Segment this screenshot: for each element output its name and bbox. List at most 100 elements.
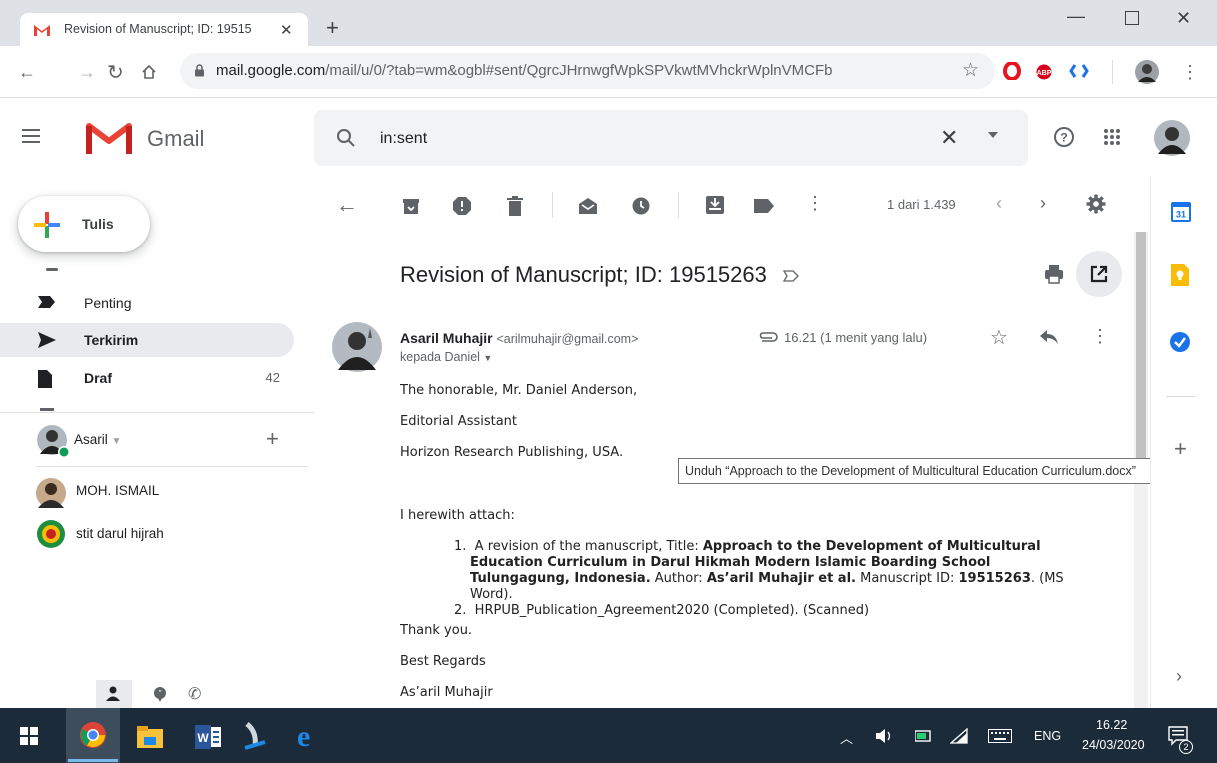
apps-grid-icon[interactable]	[1103, 128, 1121, 146]
sender-avatar[interactable]	[332, 322, 382, 372]
hangouts-me-avatar[interactable]	[36, 424, 72, 460]
snooze-icon[interactable]	[632, 197, 650, 215]
newer-icon[interactable]: ‹	[996, 193, 1002, 214]
star-icon[interactable]: ☆	[990, 325, 1008, 350]
hangouts-contact[interactable]: MOH. ISMAIL	[36, 474, 286, 510]
tab-contacts[interactable]	[96, 680, 132, 708]
close-window-icon[interactable]: ✕	[1176, 8, 1191, 29]
item-text: Manuscript ID:	[855, 571, 959, 586]
search-icon[interactable]	[336, 128, 356, 148]
home-icon[interactable]	[141, 64, 157, 80]
clock-date[interactable]: 24/03/2020	[1082, 738, 1145, 752]
calendar-icon[interactable]: 31	[1171, 202, 1191, 222]
contact-avatar	[36, 478, 66, 508]
hangouts-me-name[interactable]: Asaril ▼	[74, 432, 121, 447]
toolbar-divider	[1112, 60, 1113, 84]
keyboard-icon[interactable]	[988, 729, 1012, 743]
compose-label: Tulis	[82, 216, 114, 232]
importance-marker-icon[interactable]	[783, 270, 799, 282]
wifi-icon[interactable]	[950, 728, 968, 744]
archive-icon[interactable]	[402, 197, 420, 215]
edge-browser-icon[interactable]: e	[297, 722, 310, 752]
new-tab-icon[interactable]: +	[326, 17, 339, 39]
print-icon[interactable]	[1044, 264, 1064, 284]
report-spam-icon[interactable]	[452, 196, 472, 216]
add-addon-icon[interactable]: +	[1174, 436, 1187, 462]
bookmark-star-icon[interactable]: ☆	[962, 59, 979, 82]
body-line: Best Regards	[400, 654, 486, 669]
draft-icon	[38, 370, 52, 388]
back-to-list-icon[interactable]: ←	[336, 192, 358, 218]
battery-icon[interactable]	[915, 729, 933, 743]
attachment-list-item: 1. A revision of the manuscript, Title: …	[446, 539, 1086, 619]
taskbar-chrome-active[interactable]	[66, 708, 120, 763]
scrollbar-thumb[interactable]	[1136, 232, 1146, 467]
search-bar[interactable]: in:sent ✕	[314, 110, 1028, 166]
mark-unread-icon[interactable]	[578, 197, 598, 215]
reply-icon[interactable]	[1040, 330, 1058, 344]
forward-icon[interactable]: →	[78, 62, 96, 83]
sender-email: <arilmuhajir@gmail.com>	[496, 332, 639, 346]
gmail-favicon-icon	[33, 23, 51, 37]
search-options-icon[interactable]	[988, 132, 998, 138]
sidebar-item-terkirim[interactable]: Terkirim	[0, 323, 294, 357]
reload-icon[interactable]: ↻	[107, 60, 124, 85]
hangouts-contact[interactable]: stit darul hijrah	[36, 517, 286, 553]
contact-avatar	[36, 519, 66, 549]
recipient-line[interactable]: kepada Daniel ▼	[400, 350, 492, 364]
sidebar-item-penting[interactable]: Penting	[0, 286, 294, 320]
phone-icon[interactable]: ✆	[188, 684, 201, 704]
adblock-extension-icon[interactable]: ABP	[1036, 64, 1052, 80]
body-line: Editorial Assistant	[400, 414, 518, 429]
tab-close-icon[interactable]: ✕	[280, 21, 293, 39]
profile-avatar-icon[interactable]	[1135, 60, 1159, 84]
new-conversation-icon[interactable]: +	[266, 426, 279, 452]
chrome-menu-icon[interactable]: ⋮	[1181, 62, 1199, 83]
keep-icon[interactable]	[1171, 264, 1189, 286]
settings-gear-icon[interactable]	[1086, 194, 1106, 214]
show-hidden-icons[interactable]: ︿	[840, 728, 853, 747]
message-more-icon[interactable]: ⋮	[1091, 326, 1109, 347]
opera-extension-icon[interactable]	[1003, 62, 1021, 80]
volume-icon[interactable]	[876, 728, 894, 744]
expand-panel-icon[interactable]: ›	[1176, 666, 1182, 687]
sidebar-item-label: Draf	[84, 370, 113, 386]
address-bar[interactable]: mail.google.com/mail/u/0/?tab=wm&ogbl#se…	[180, 53, 995, 89]
tasks-icon[interactable]	[1170, 332, 1190, 352]
sender-name: Asaril Muhajir	[400, 330, 493, 346]
back-icon[interactable]: ←	[18, 62, 36, 83]
windows-start-icon[interactable]	[20, 727, 38, 745]
more-options-icon[interactable]: ⋮	[806, 193, 824, 214]
contact-name: MOH. ISMAIL	[76, 483, 160, 498]
file-explorer-icon[interactable]	[137, 726, 163, 748]
older-icon[interactable]: ›	[1040, 193, 1046, 214]
word-app-icon[interactable]: W	[195, 725, 221, 749]
snipping-tool-icon[interactable]	[243, 722, 267, 750]
label-icon[interactable]	[754, 199, 774, 213]
tab-title: Revision of Manuscript; ID: 19515	[64, 22, 252, 36]
item-text: HRPUB_Publication_Agreement2020 (Complet…	[474, 603, 870, 618]
subject-text: Revision of Manuscript; ID: 19515263	[400, 262, 767, 287]
open-new-window-button[interactable]	[1076, 251, 1122, 297]
clear-search-icon[interactable]: ✕	[940, 125, 958, 151]
compose-button[interactable]: Tulis	[18, 196, 150, 252]
move-to-icon[interactable]	[706, 196, 724, 214]
chevron-down-icon: ▼	[483, 353, 493, 363]
account-avatar[interactable]	[1154, 120, 1190, 156]
delete-icon[interactable]	[507, 196, 523, 216]
clock-time[interactable]: 16.22	[1096, 718, 1127, 732]
maximize-icon[interactable]	[1125, 11, 1139, 25]
minimize-icon[interactable]: —	[1067, 6, 1085, 27]
search-input[interactable]: in:sent	[380, 130, 427, 148]
sidebar-item-label: Terkirim	[84, 332, 139, 348]
main-menu-icon[interactable]	[22, 128, 42, 144]
help-icon[interactable]: ?	[1053, 126, 1075, 148]
sync-extension-icon[interactable]	[1069, 62, 1089, 80]
chat-bubble-icon[interactable]: "	[152, 686, 168, 702]
sender-line[interactable]: Asaril Muhajir <arilmuhajir@gmail.com>	[400, 330, 638, 346]
input-language[interactable]: ENG	[1034, 729, 1061, 743]
gmail-logo-icon[interactable]	[86, 122, 132, 156]
sidebar-item-draf[interactable]: Draf 42	[0, 361, 294, 395]
browser-tab[interactable]: Revision of Manuscript; ID: 19515 ✕	[20, 13, 308, 46]
svg-text:ABP: ABP	[1037, 70, 1052, 77]
